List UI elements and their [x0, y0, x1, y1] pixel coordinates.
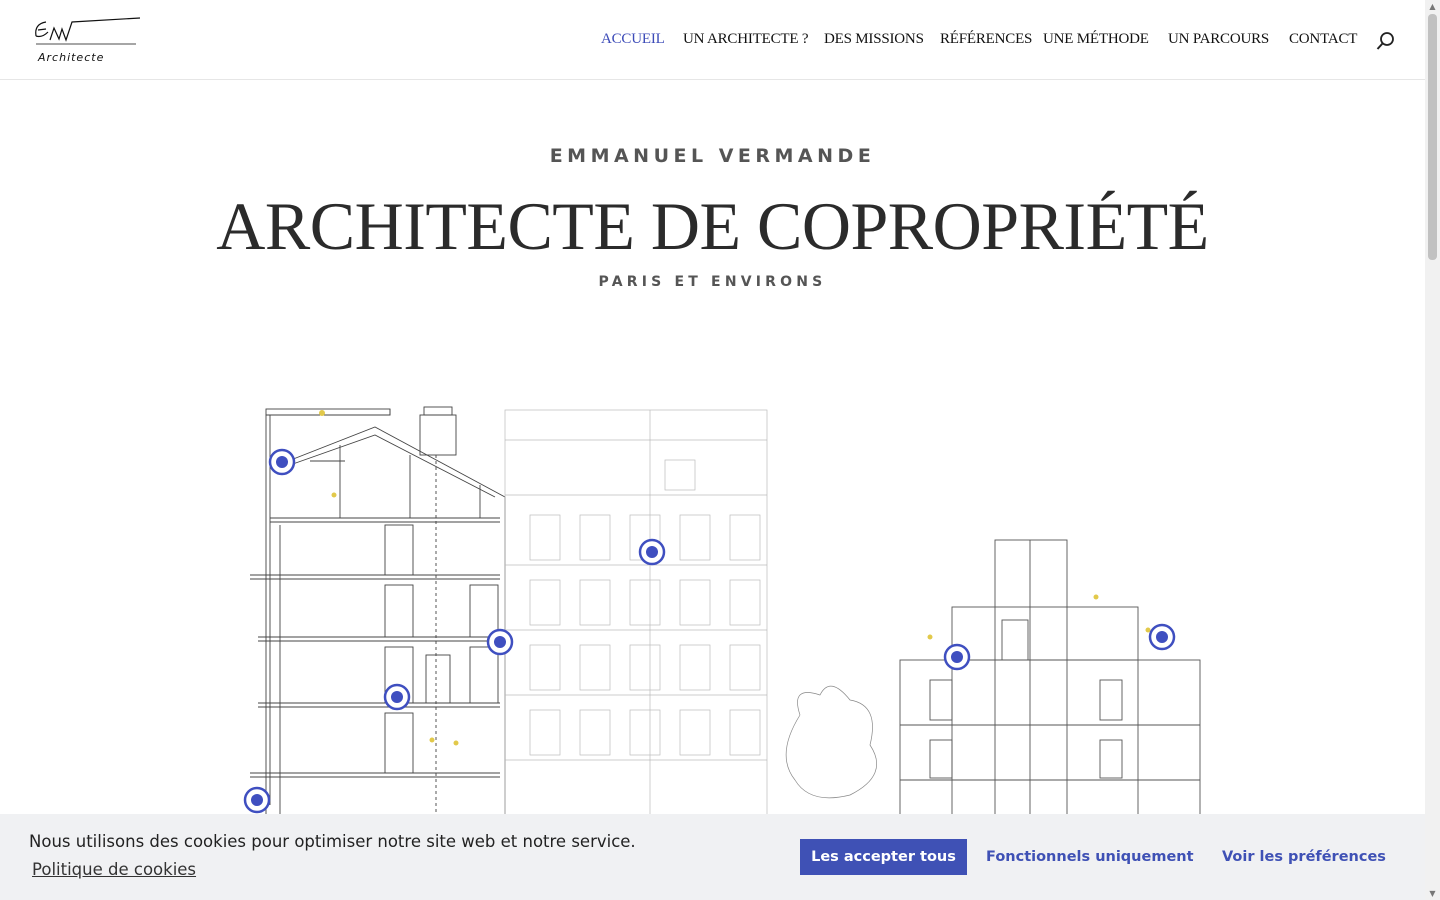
nav-item-des-missions[interactable]: DES MISSIONS — [824, 31, 924, 48]
cookie-policy-link[interactable]: Politique de cookies — [32, 860, 196, 879]
cookie-message: Nous utilisons des cookies pour optimise… — [29, 832, 636, 851]
site-logo[interactable]: Architecte — [32, 14, 146, 64]
hero-subtitle: PARIS ET ENVIRONS — [598, 274, 827, 290]
search-icon[interactable] — [1376, 31, 1396, 51]
nav-item-references[interactable]: RÉFÉRENCES — [940, 31, 1032, 48]
logo-subtitle: Architecte — [37, 51, 104, 64]
tree-drawing — [785, 685, 878, 799]
nav-item-accueil[interactable]: ACCUEIL — [601, 31, 665, 48]
hotspot-roof-garden[interactable] — [1148, 623, 1176, 651]
hero-title: ARCHITECTE DE COPROPRIÉTÉ — [216, 188, 1209, 264]
page-scrollbar[interactable]: ▲ ▼ — [1425, 0, 1440, 900]
accept-all-cookies-button[interactable]: Les accepter tous — [800, 839, 967, 875]
site-header: Architecte ACCUEIL UN ARCHITECTE ? DES M… — [0, 0, 1425, 80]
cookie-banner: Nous utilisons des cookies pour optimise… — [0, 814, 1425, 900]
hotspot-facade[interactable] — [638, 538, 666, 566]
right-building-drawing — [899, 539, 1201, 816]
nav-item-un-parcours[interactable]: UN PARCOURS — [1168, 31, 1269, 48]
functional-only-button[interactable]: Fonctionnels uniquement — [986, 839, 1194, 875]
nav-item-un-architecte[interactable]: UN ARCHITECTE ? — [683, 31, 809, 48]
hotspot-ground-floor[interactable] — [243, 786, 271, 814]
nav-item-une-methode[interactable]: UNE MÉTHODE — [1043, 31, 1149, 48]
scroll-up-arrow-icon[interactable]: ▲ — [1428, 2, 1437, 11]
building-section-illustration — [230, 385, 1220, 816]
view-preferences-button[interactable]: Voir les préférences — [1222, 839, 1386, 875]
hotspot-roof[interactable] — [268, 448, 296, 476]
scroll-down-arrow-icon[interactable]: ▼ — [1428, 889, 1437, 898]
nav-item-contact[interactable]: CONTACT — [1289, 31, 1357, 48]
hotspot-terrace[interactable] — [943, 643, 971, 671]
hotspot-party-wall[interactable] — [486, 628, 514, 656]
hotspot-stairwell[interactable] — [383, 683, 411, 711]
scroll-thumb[interactable] — [1428, 14, 1437, 260]
hero-name: EMMANUEL VERMANDE — [549, 145, 876, 167]
middle-building-drawing — [504, 409, 768, 816]
